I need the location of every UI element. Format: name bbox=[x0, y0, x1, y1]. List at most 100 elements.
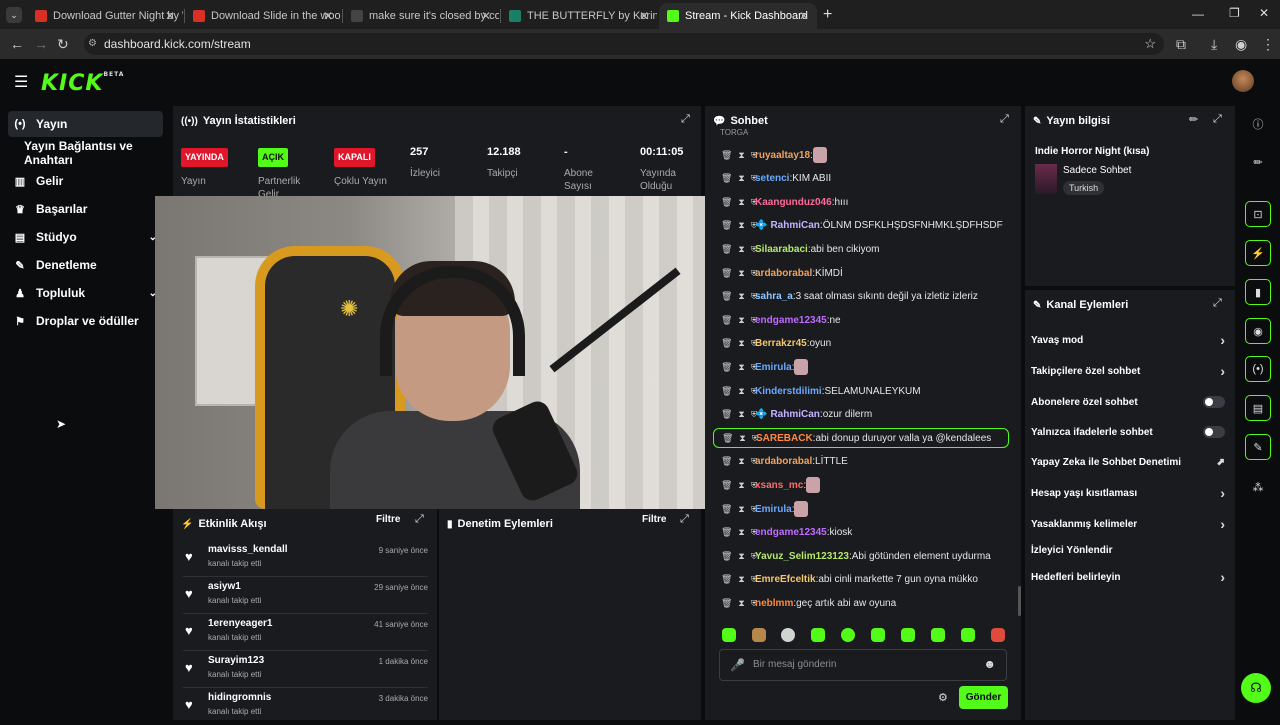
chat-message[interactable]: 🗑⧗⛨ Emirula: bbox=[713, 499, 1013, 519]
emote-icon[interactable] bbox=[781, 628, 795, 642]
chat-username[interactable]: Silaarabaci bbox=[755, 244, 808, 255]
event-user[interactable]: mavisss_kendall bbox=[208, 544, 288, 555]
popout-icon[interactable]: ⤢ bbox=[1000, 113, 1009, 126]
popout-icon[interactable]: ⤢ bbox=[415, 513, 424, 526]
webcam-video[interactable]: ✺ bbox=[155, 196, 709, 509]
mod-tools-icon[interactable]: 🗑⧗⛨ bbox=[713, 480, 757, 491]
chat-message[interactable]: 🗑⧗⛨ ruyaaltay18: bbox=[713, 145, 1013, 165]
mod-tools-icon[interactable]: 🗑⧗⛨ bbox=[713, 220, 757, 231]
sidebar-item-topluluk[interactable]: ♟ Topluluk ⌄ bbox=[8, 280, 163, 306]
restore-icon[interactable]: ❐ bbox=[1229, 6, 1240, 20]
chat-message[interactable]: 🗑⧗⛨ Berrakzr45: oyun bbox=[713, 334, 1013, 354]
minimize-icon[interactable]: — bbox=[1192, 7, 1204, 21]
tab-close-icon[interactable]: ✕ bbox=[639, 9, 649, 23]
chat-message[interactable]: 🗑⧗⛨ Yavuz_Selim123123: Abi götünden eleme… bbox=[713, 546, 1013, 566]
chat-username[interactable]: Berrakzr45 bbox=[755, 338, 807, 349]
send-button[interactable]: Gönder bbox=[959, 686, 1008, 709]
support-button[interactable]: ☊ bbox=[1241, 673, 1271, 703]
browser-tab[interactable]: make sure it's closed by corpse ✕ bbox=[343, 3, 499, 29]
document-icon[interactable]: ▮ bbox=[1245, 279, 1271, 305]
mod-tools-icon[interactable]: 🗑⧗⛨ bbox=[713, 268, 757, 279]
browser-tab[interactable]: Download Slide in the woods b ✕ bbox=[185, 3, 341, 29]
mod-tools-icon[interactable]: 🗑⧗⛨ bbox=[713, 409, 757, 420]
mod-tools-icon[interactable]: 🗑⧗⛨ bbox=[713, 527, 757, 538]
chat-username[interactable]: sahra_a bbox=[755, 291, 793, 302]
bolt-icon[interactable]: ⚡ bbox=[1245, 240, 1271, 266]
chat-username[interactable]: RahmiCan bbox=[770, 409, 819, 420]
popout-icon[interactable]: ⤢ bbox=[681, 113, 690, 126]
browser-tab-active[interactable]: Stream - Kick Dashboard ✕ bbox=[659, 3, 817, 29]
edit-icon[interactable]: ✏ bbox=[1189, 113, 1198, 126]
chat-username[interactable]: EmreEfceltik bbox=[755, 574, 816, 585]
mod-tools-icon[interactable]: 🗑⧗⛨ bbox=[713, 315, 757, 326]
event-user[interactable]: asiyw1 bbox=[208, 581, 241, 592]
chat-username[interactable]: Emirula bbox=[755, 362, 792, 373]
layout-icon[interactable]: ▤ bbox=[1245, 395, 1271, 421]
wrench-icon[interactable]: ✎ bbox=[1245, 434, 1271, 460]
mod-tools-icon[interactable]: 🗑⧗⛨ bbox=[713, 291, 757, 302]
chat-message-highlighted[interactable]: 🗑⧗⛨ SAREBACK: abi donup duruyor valla ya … bbox=[713, 428, 1009, 449]
banned-words-row[interactable]: Yasaklanmış kelimeler › bbox=[1031, 513, 1229, 535]
mod-tools-icon[interactable]: 🗑⧗⛨ bbox=[713, 504, 757, 515]
sidebar-item-droplar[interactable]: ⚑ Droplar ve ödüller bbox=[8, 308, 163, 334]
set-goals-row[interactable]: Hedefleri belirleyin › bbox=[1031, 566, 1229, 588]
tab-close-icon[interactable]: ✕ bbox=[799, 9, 809, 23]
popout-icon[interactable]: ⤢ bbox=[1213, 297, 1222, 310]
info-icon[interactable]: ⓘ bbox=[1245, 111, 1271, 137]
mod-tools-icon[interactable]: 🗑⧗⛨ bbox=[713, 197, 757, 208]
chat-message[interactable]: 🗑⧗⛨ Silaarabaci: abi ben cikiyom bbox=[713, 239, 1013, 259]
emote-icon[interactable] bbox=[841, 628, 855, 642]
emote-icon[interactable] bbox=[811, 628, 825, 642]
chat-message[interactable]: 🗑⧗⛨ 💠 RahmiCan: ÖLNM DSFKLHŞDSFNHMKLŞDFHSD… bbox=[713, 216, 1013, 236]
mod-tools-icon[interactable]: 🗑⧗⛨ bbox=[713, 386, 757, 397]
chat-username[interactable]: Kinderstdilimi bbox=[755, 386, 822, 397]
kick-logo[interactable]: KICKBETA bbox=[41, 71, 124, 96]
mod-tools-icon[interactable]: 🗑⧗⛨ bbox=[713, 338, 757, 349]
chat-username[interactable]: setenci bbox=[755, 173, 789, 184]
chat-username[interactable]: ardaborabal bbox=[755, 456, 812, 467]
chat-username[interactable]: Yavuz_Selim123123 bbox=[755, 551, 849, 562]
sidebar-item-stream-key[interactable]: Yayın Bağlantısı ve Anahtarı bbox=[20, 139, 170, 167]
extensions-icon[interactable]: ⧉ bbox=[1176, 36, 1186, 53]
new-tab-button[interactable]: + bbox=[823, 6, 832, 24]
mod-tools-icon[interactable]: 🗑⧗⛨ bbox=[714, 433, 758, 444]
chat-settings-icon[interactable]: ⚙ bbox=[938, 691, 948, 704]
emote-icon[interactable] bbox=[752, 628, 766, 642]
account-age-row[interactable]: Hesap yaşı kısıtlaması › bbox=[1031, 482, 1229, 504]
chat-message[interactable]: 🗑⧗⛨ xsans_mc: bbox=[713, 475, 1013, 495]
sidebar-item-yayin[interactable]: (•) Yayın bbox=[8, 111, 163, 137]
chat-username[interactable]: ruyaaltay18 bbox=[755, 150, 810, 161]
mod-tools-icon[interactable]: 🗑⧗⛨ bbox=[713, 150, 757, 161]
chat-username[interactable]: neblmm bbox=[755, 598, 793, 609]
sidebar-item-basarilar[interactable]: ♛ Başarılar bbox=[8, 196, 163, 222]
popout-icon[interactable]: ⤢ bbox=[680, 513, 689, 526]
chat-message[interactable]: 🗑⧗⛨ endgame12345: ne bbox=[713, 310, 1013, 330]
browser-tab[interactable]: Download Gutter Night by Wa ✕ bbox=[27, 3, 183, 29]
tab-close-icon[interactable]: ✕ bbox=[481, 9, 491, 23]
sidebar-item-denetleme[interactable]: ✎ Denetleme bbox=[8, 252, 163, 278]
mod-tools-icon[interactable]: 🗑⧗⛨ bbox=[713, 551, 757, 562]
event-user[interactable]: hidingromnis bbox=[208, 692, 271, 703]
sidebar-item-studyo[interactable]: ▤ Stüdyo ⌄ bbox=[8, 224, 163, 250]
chat-username[interactable]: Emirula bbox=[755, 504, 792, 515]
profile-icon[interactable]: ◉ bbox=[1235, 36, 1247, 53]
emote-icon[interactable] bbox=[961, 628, 975, 642]
window-close-icon[interactable]: ✕ bbox=[1259, 6, 1269, 20]
mod-tools-icon[interactable]: 🗑⧗⛨ bbox=[713, 456, 757, 467]
url-field[interactable]: ⚙ dashboard.kick.com/stream ☆ bbox=[84, 33, 1164, 55]
chat-message[interactable]: 🗑⧗⛨ 💠 RahmiCan: ozur dilerm bbox=[713, 405, 1013, 425]
broadcast-icon[interactable]: (•) bbox=[1245, 356, 1271, 382]
chat-message[interactable]: 🗑⧗⛨ sahra_a: 3 saat olması sıkıntı değil … bbox=[713, 287, 1013, 307]
emote-icon[interactable] bbox=[931, 628, 945, 642]
chat-username[interactable]: xsans_mc bbox=[755, 480, 803, 491]
chat-username[interactable]: endgame12345 bbox=[755, 315, 827, 326]
subscribers-only-toggle[interactable] bbox=[1203, 396, 1225, 408]
chat-username[interactable]: endgame12345 bbox=[755, 527, 827, 538]
chat-message[interactable]: 🗑⧗⛨ ardaborabal: LİTTLE bbox=[713, 452, 1013, 472]
chat-bubble-icon[interactable]: ◉ bbox=[1245, 318, 1271, 344]
chat-username[interactable]: RahmiCan bbox=[770, 220, 819, 231]
event-user[interactable]: Surayim123 bbox=[208, 655, 264, 666]
slow-mode-row[interactable]: Yavaş mod › bbox=[1031, 329, 1229, 351]
back-icon[interactable]: ← bbox=[10, 36, 24, 52]
chat-message[interactable]: 🗑⧗⛨ EmreEfceltik: abi cinli markette 7 gu… bbox=[713, 570, 1013, 590]
